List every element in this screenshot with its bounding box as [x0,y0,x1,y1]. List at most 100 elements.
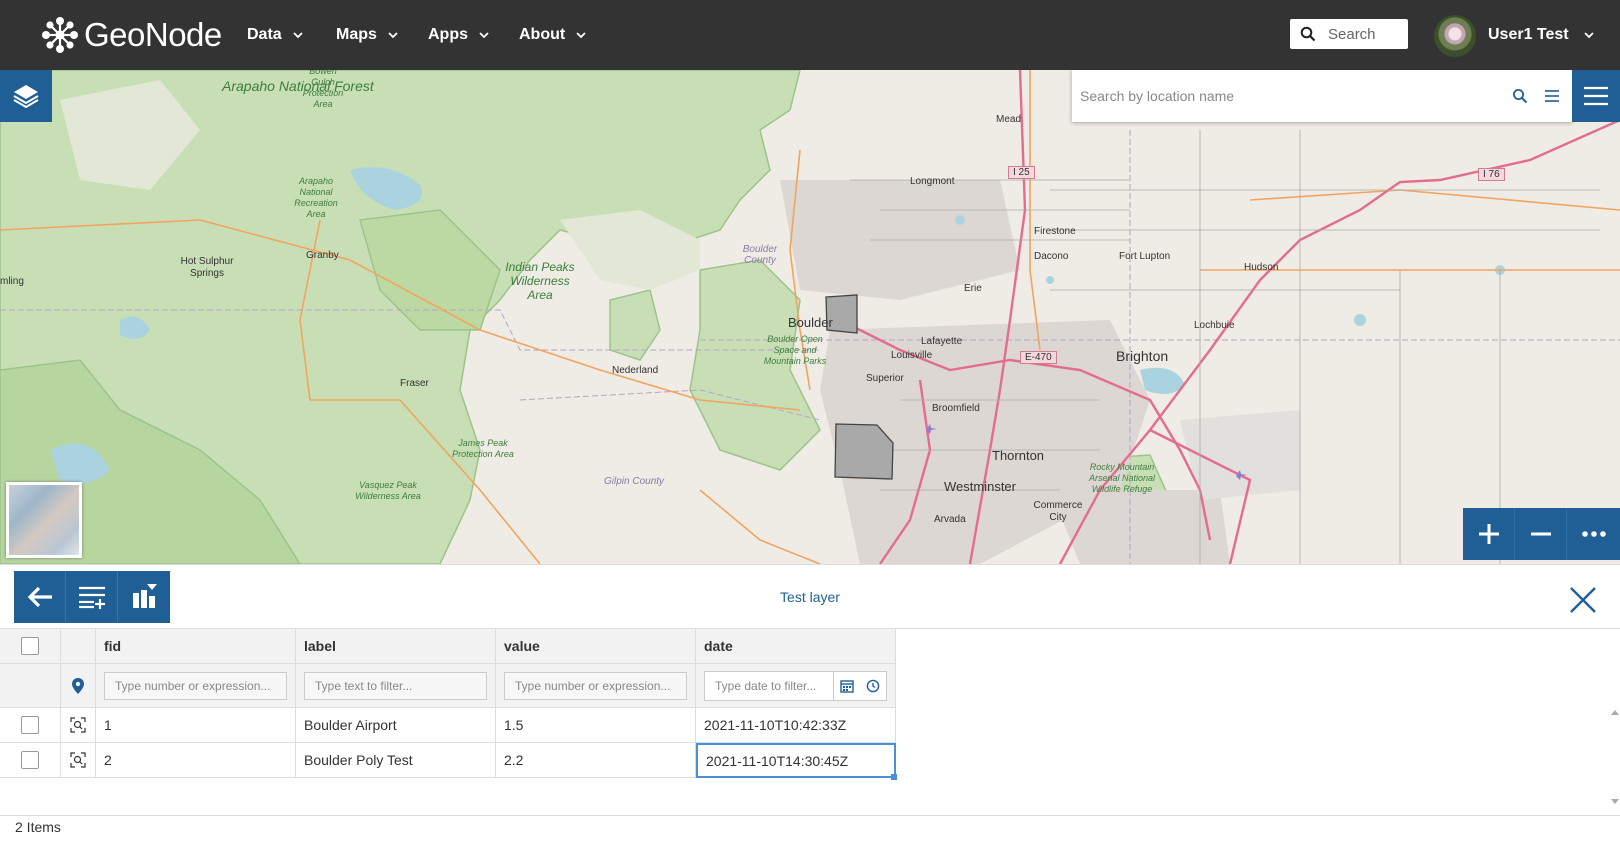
filter-cell-label [296,664,496,708]
map-label-park: Boulder Open Space and Mountain Parks [763,334,827,366]
map-label-town: Firestone [1034,226,1076,237]
column-header-value[interactable]: value [496,629,696,664]
layer-title: Test layer [780,589,840,605]
map-label-town: Nederland [612,365,659,376]
column-header-fid[interactable]: fid [96,629,296,664]
chevron-down-icon [576,32,586,39]
map-label-park: Rocky Mountain Arsenal National Wildlife… [1088,462,1156,494]
map-label-town: Hudson [1244,262,1279,273]
spatial-filter-cell [61,664,96,708]
layers-button[interactable] [0,70,52,122]
cell-date-selected[interactable]: 2021-11-10T14:30:45Z [696,743,896,778]
column-header-date[interactable]: date [696,629,896,664]
map-label-town: Broomfield [932,403,980,414]
filter-input-label[interactable] [304,671,487,700]
cell-value[interactable]: 2.2 [496,743,696,778]
filter-input-date[interactable] [705,671,834,700]
filter-spacer [0,664,61,708]
map-label-town: Granby [306,250,339,261]
items-count: 2 Items [15,819,61,835]
map-label-park: Arapaho National Forest [222,78,374,95]
clock-icon[interactable] [866,679,880,693]
calendar-icon[interactable] [840,679,854,693]
filter-cell-date [696,664,896,708]
cell-resize-handle[interactable] [891,774,897,780]
geonode-logo-icon [42,17,78,53]
select-all-checkbox[interactable] [21,637,39,655]
map-label-city: Thornton [992,448,1045,463]
list-icon [1545,90,1559,102]
row-select-cell [0,708,61,743]
scroll-down-icon[interactable] [1610,797,1620,807]
nav-menu-maps[interactable]: Maps [336,0,399,70]
cell-fid[interactable]: 1 [96,708,296,743]
map-label-town: mling [0,276,24,287]
location-search-input[interactable] [1072,70,1504,122]
top-navbar: GeoNode Data Maps Apps About Search User… [0,0,1620,70]
highway-shield: E-470 [1020,351,1057,364]
zoom-out-button[interactable] [1515,508,1567,560]
layers-icon [13,85,39,109]
row-checkbox[interactable] [21,751,39,769]
user-menu[interactable]: User1 Test [1488,0,1595,70]
map-label-town: Lafayette [921,336,963,347]
search-icon [1300,26,1316,42]
nav-search-placeholder: Search [1328,25,1376,43]
map-label-town: Commerce City [1033,500,1083,523]
map-label-city: Boulder [788,315,833,330]
map-label-town: Erie [964,283,982,294]
burger-menu-button[interactable] [1572,70,1620,122]
nav-search-box[interactable]: Search [1290,19,1408,49]
map-label-city: Westminster [944,479,1016,494]
location-search-bar [1072,70,1572,122]
filter-cell-value [496,664,696,708]
map-label-town: Dacono [1034,251,1069,262]
cell-label[interactable]: Boulder Poly Test [296,743,496,778]
map-label-city: Brighton [1116,348,1169,364]
cell-label[interactable]: Boulder Airport [296,708,496,743]
search-icon [1513,89,1528,104]
map-viewer[interactable]: Arapaho National Forest Bowen Gulch Prot… [0,70,1620,564]
nav-menu-data[interactable]: Data [247,0,304,70]
map-label-town: Lochbuie [1194,320,1235,331]
map-label-town: Superior [866,373,904,384]
geonode-logo[interactable]: GeoNode [40,10,222,60]
zoom-to-feature-icon[interactable] [70,717,86,733]
highway-shield: I 76 [1478,168,1505,181]
chevron-down-icon [293,32,303,39]
chevron-down-icon [1584,32,1594,39]
map-label-county: Boulder County [742,244,778,266]
more-options-button[interactable] [1567,508,1620,560]
highway-shield: I 25 [1008,166,1035,179]
row-checkbox[interactable] [21,716,39,734]
zoom-to-feature-icon[interactable] [70,752,86,768]
nav-menu-about[interactable]: About [519,0,587,70]
map-marker-icon[interactable] [72,677,84,694]
column-header-label[interactable]: label [296,629,496,664]
cell-value[interactable]: 1.5 [496,708,696,743]
chevron-down-icon [388,32,398,39]
location-search-button[interactable] [1504,70,1536,122]
filter-input-value[interactable] [504,671,687,700]
nav-menu-label: Maps [336,26,377,43]
map-label-park: Bowen Gulch Protection Area [302,70,344,109]
avatar[interactable] [1434,15,1476,57]
filter-input-fid[interactable] [104,671,287,700]
scroll-up-icon[interactable] [1610,707,1620,717]
cell-fid[interactable]: 2 [96,743,296,778]
header-spacer [61,629,96,664]
background-selector-thumbnail[interactable] [6,482,82,558]
chevron-down-icon [479,32,489,39]
zoom-in-button[interactable] [1463,508,1515,560]
nav-menu-label: About [519,26,566,43]
select-all-cell [0,629,61,664]
zoom-to-feature-cell [61,743,96,778]
nav-menu-apps[interactable]: Apps [428,0,490,70]
date-filter-group [704,670,887,701]
search-options-button[interactable] [1536,70,1568,122]
attribute-table-panel: Test layer fid label value date Type num… [0,564,1620,842]
cell-date[interactable]: 2021-11-10T10:42:33Z [696,708,896,743]
plus-icon [1478,524,1499,544]
close-icon[interactable] [1566,583,1600,617]
map-label-park: Arapaho National Recreation Area [294,176,338,219]
